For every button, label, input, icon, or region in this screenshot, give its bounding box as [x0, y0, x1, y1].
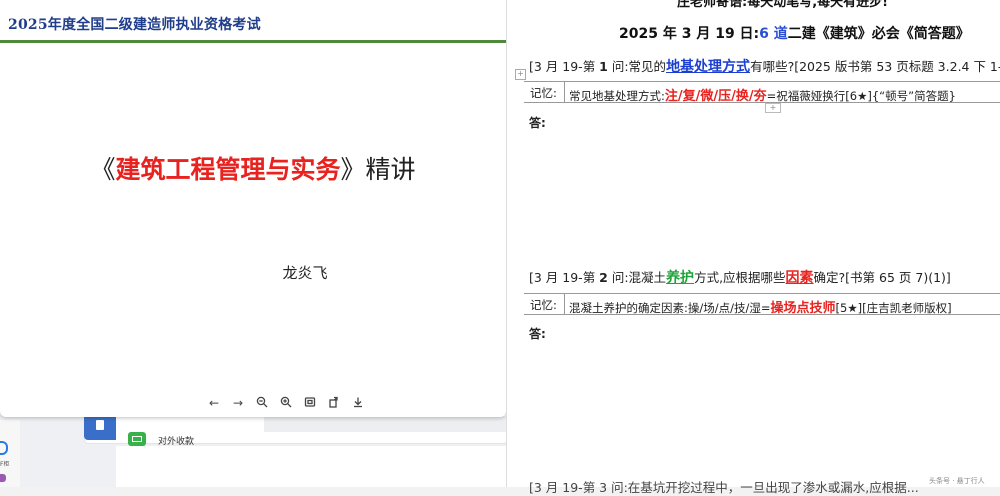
answer-label-1: 答: — [529, 116, 546, 130]
memo-label: 记忆: — [530, 298, 557, 312]
background-list — [116, 446, 506, 487]
list-item-label[interactable]: 对外收款 — [158, 434, 194, 447]
viewer-toolbar: ← → — [207, 396, 365, 410]
title-count: 6 道 — [759, 26, 788, 42]
memo-1-text: 常见地基处理方式: — [569, 89, 665, 103]
download-icon[interactable] — [351, 396, 365, 410]
add-row-icon[interactable]: + — [765, 103, 781, 113]
question-1-prefix: [3 月 19-第 — [529, 59, 600, 74]
question-1-keyword: 地基处理方式 — [666, 59, 751, 75]
question-2-text-2: 方式,应根据哪些 — [694, 270, 786, 285]
question-2-text: 问:混凝土 — [607, 270, 667, 285]
answer-label-2: 答: — [529, 327, 546, 341]
question-1: [3 月 19-第 1 问:常见的地基处理方式有哪些?[2025 版书第 53 … — [529, 56, 1000, 76]
memo-2-note: [5★][庄吉凯老师版权] — [835, 301, 952, 315]
question-2-keyword-green: 养护 — [666, 270, 695, 286]
title-close: 》精讲 — [340, 155, 416, 184]
memo-2-mnemonic: 操场点技师 — [770, 301, 836, 316]
previous-arrow-icon[interactable]: ← — [207, 396, 221, 410]
memo-row-2: 记忆: 混凝土养护的确定因素:操/场/点/技/湿=操场点技师[5★][庄吉凯老师… — [524, 293, 1000, 316]
watermark: 头条号 · 悬丁行人 — [929, 477, 985, 485]
title-open-bracket: 《 — [90, 155, 116, 184]
title-highlight: 建筑工程管理与实务 — [115, 155, 341, 184]
background-panel — [264, 416, 506, 432]
question-2-number: 2 — [599, 270, 608, 285]
memo-row-1: 记忆: 常见地基处理方式:注/复/微/压/换/夯=祝福薇娅换行[6★]{“顿号”… — [524, 81, 1000, 104]
memo-label: 记忆: — [530, 86, 557, 100]
question-2: [3 月 19-第 2 问:混凝土养护方式,应根据哪些因素确定?[书第 65 页… — [529, 267, 951, 287]
slide-header: 2025年度全国二级建造师执业资格考试 — [8, 17, 261, 33]
zoom-in-icon[interactable] — [279, 396, 293, 410]
memo-2-text: 混凝土养护的确定因素:操/场/点/技/湿= — [569, 301, 771, 315]
question-2-keyword-red: 因素 — [785, 270, 814, 286]
zoom-out-icon[interactable] — [255, 396, 269, 410]
title-date: 2025 年 3 月 19 日: — [619, 26, 760, 42]
teacher-motto: 庄老师寄语:每天动笔写,每天有进步! — [677, 0, 889, 10]
sidebar-app-icon-secondary[interactable] — [0, 474, 6, 482]
question-1-number: 1 — [599, 59, 608, 74]
document-title: 2025 年 3 月 19 日:6 道二建《建筑》必会《简答题》 — [619, 23, 970, 43]
fit-screen-icon[interactable] — [303, 396, 317, 410]
title-subject: 二建《建筑》必会《简答题》 — [787, 26, 970, 42]
sidebar-app-label: F柜 — [0, 461, 10, 468]
question-1-reference: 有哪些?[2025 版书第 53 页标题 3.2.4 下 1-2 行 — [750, 59, 1000, 74]
question-1-text: 问:常见的 — [607, 59, 667, 74]
memo-1-mnemonic: 注/复/微/压/换/夯 — [664, 89, 767, 104]
slide-viewer-window: 2025年度全国二级建造师执业资格考试 《建筑工程管理与实务》精讲 龙炎飞 ← … — [0, 0, 506, 417]
slide-header-divider — [0, 40, 506, 43]
slide-title: 《建筑工程管理与实务》精讲 — [0, 150, 506, 186]
table-move-handle[interactable]: + — [515, 69, 526, 80]
document-pane[interactable]: 庄老师寄语:每天动笔写,每天有进步! 2025 年 3 月 19 日:6 道二建… — [506, 0, 1000, 495]
rotate-icon[interactable] — [327, 396, 341, 410]
question-2-reference: 确定?[书第 65 页 7)(1)] — [813, 270, 951, 285]
payment-app-icon[interactable] — [128, 432, 146, 446]
question-2-prefix: [3 月 19-第 — [529, 270, 600, 285]
next-arrow-icon[interactable]: → — [231, 396, 245, 410]
memo-1-note: =祝福薇娅换行[6★]{“顿号”简答题} — [766, 89, 956, 103]
